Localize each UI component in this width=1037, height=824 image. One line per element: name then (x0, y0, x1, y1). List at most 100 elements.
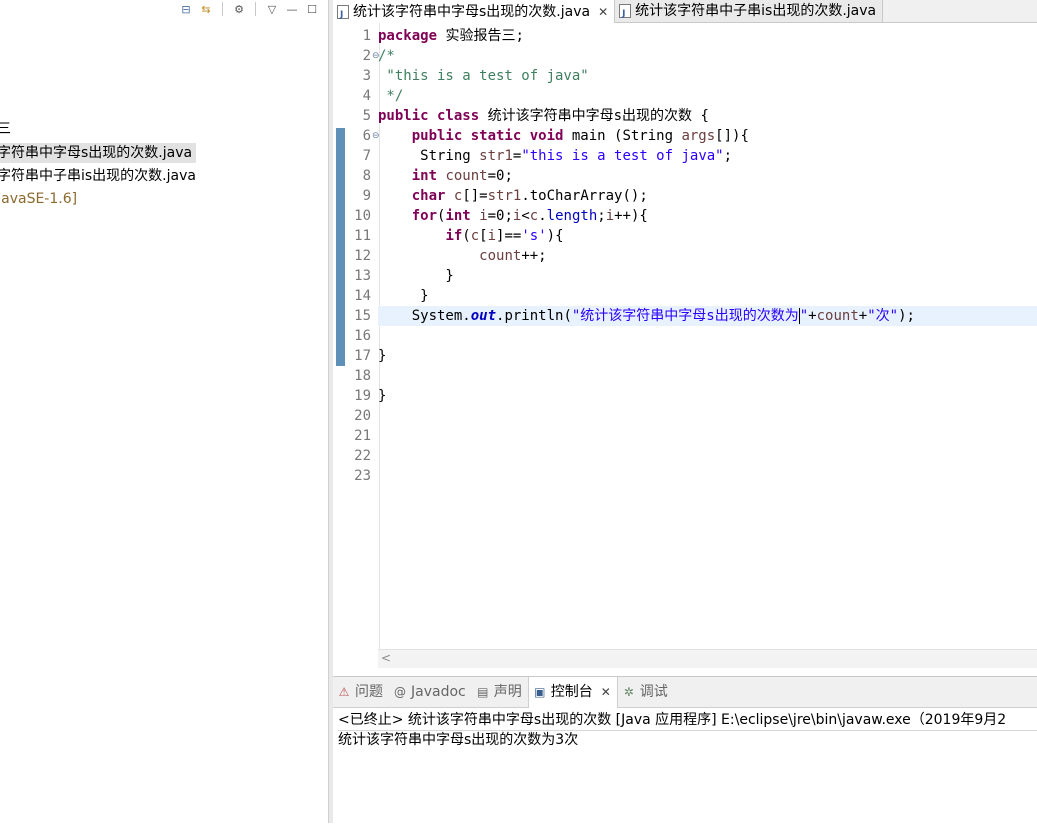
code-text: < (521, 208, 530, 224)
code-line-7: String str1="this is a test of java"; (378, 146, 1037, 166)
code-text: =0; (487, 208, 513, 224)
tab-count-substring-is[interactable]: 统计该字符串中子串is出现的次数.java (615, 0, 884, 25)
code-text: ]== (496, 228, 522, 244)
string-literal: "次" (867, 308, 899, 324)
code-line-1: package 实验报告三; (378, 26, 1037, 46)
variable: c (529, 208, 539, 224)
code-line-3: "this is a test of java" (378, 68, 589, 84)
field: length (546, 208, 598, 224)
code-text: [ (479, 228, 488, 244)
tab-declaration[interactable]: ▤ 声明 (472, 677, 528, 707)
close-icon[interactable]: ✕ (601, 677, 611, 707)
code-text: main (String (563, 128, 682, 144)
horizontal-scrollbar[interactable]: < (378, 649, 1037, 668)
code-text: =0; (487, 168, 513, 184)
keyword: int (445, 208, 471, 224)
console-panel: ⚠ 问题 @ Javadoc ▤ 声明 ▣ 控制台 ✕ ✲ 调试 <已终止> 统… (333, 676, 1037, 824)
line-number: 17 (354, 348, 371, 364)
problems-icon: ⚠ (338, 685, 350, 699)
code-line-17: } (378, 348, 387, 364)
scroll-left-icon[interactable]: < (381, 651, 391, 665)
tab-label: 调试 (639, 684, 668, 700)
variable: i (487, 228, 497, 244)
code-text: System. (378, 308, 471, 324)
variable: count (479, 248, 522, 264)
toolbar-separator (255, 2, 256, 16)
code-line-2: /* (378, 48, 395, 64)
line-number: 15 (354, 308, 371, 324)
code-line-10: for(int i=0;i<c.length;i++){ (378, 206, 1037, 226)
tab-label: 声明 (493, 684, 522, 700)
line-number: 7 (362, 148, 371, 164)
close-icon[interactable]: ✕ (598, 1, 608, 23)
code-text: + (808, 308, 817, 324)
filter-icon[interactable]: ⚙ (231, 1, 247, 17)
line-number: 9 (362, 188, 371, 204)
keyword: int (411, 168, 438, 184)
tab-label: 问题 (355, 684, 383, 700)
code-line-9: char c[]=str1.toCharArray(); (378, 186, 1037, 206)
code-area[interactable]: package 实验报告三; /* "this is a test of jav… (378, 26, 1037, 646)
code-line-4: */ (378, 88, 404, 104)
line-number: 2 (362, 48, 371, 64)
string-literal: "统计该字符串中字母s出现的次数为 (571, 308, 799, 324)
line-number: 12 (354, 248, 371, 264)
keyword: package (378, 28, 438, 44)
collapse-all-icon[interactable]: ⊟ (178, 1, 194, 17)
tree-item-file[interactable]: 字符串中子串is出现的次数.java (0, 166, 196, 186)
tab-count-letter-s[interactable]: 统计该字符串中字母s出现的次数.java ✕ (333, 0, 616, 26)
tab-problems[interactable]: ⚠ 问题 (333, 677, 389, 707)
variable: c (470, 228, 480, 244)
line-number: 6 (362, 128, 371, 144)
code-line-11: if(c[i]=='s'){ (378, 226, 1037, 246)
code-text: 实验报告三; (437, 28, 524, 44)
tree-item-file-selected[interactable]: 字符串中字母s出现的次数.java (0, 143, 197, 163)
line-number: 4 (362, 88, 371, 104)
view-menu-icon[interactable]: ▽ (264, 1, 280, 17)
keyword: if (445, 228, 463, 244)
line-number: 18 (354, 368, 371, 384)
tree-item-jre-library[interactable]: JavaSE-1.6] (0, 189, 77, 209)
tab-label: 控制台 (550, 684, 593, 700)
code-text: ){ (546, 228, 564, 244)
variable: str1 (479, 148, 513, 164)
minimize-icon[interactable]: — (284, 1, 300, 17)
editor-tab-bar: 统计该字符串中字母s出现的次数.java ✕ 统计该字符串中子串is出现的次数.… (333, 0, 1037, 26)
code-text: ); (898, 308, 915, 324)
line-number: 23 (354, 468, 371, 484)
console-output[interactable]: 统计该字符串中字母s出现的次数为3次 (338, 730, 578, 750)
line-number: 16 (354, 328, 371, 344)
tab-console[interactable]: ▣ 控制台 ✕ (527, 676, 618, 708)
tab-label: Javadoc (411, 684, 466, 700)
tab-debug[interactable]: ✲ 调试 (618, 677, 674, 707)
tree-item-package[interactable]: 三 (0, 119, 11, 139)
tab-label: 统计该字符串中字母s出现的次数.java (353, 3, 591, 20)
line-number: 20 (354, 408, 371, 424)
line-number: 1 (362, 28, 371, 44)
console-icon: ▣ (534, 685, 546, 699)
variable: i (605, 208, 615, 224)
string-literal: 's' (521, 228, 547, 244)
line-number: 5 (362, 108, 371, 124)
link-with-editor-icon[interactable]: ⇆ (198, 1, 214, 17)
java-file-icon (619, 3, 632, 25)
explorer-toolbar: ⊟ ⇆ ⚙ ▽ — ☐ (178, 0, 320, 18)
debug-icon: ✲ (623, 685, 634, 699)
maximize-icon[interactable]: ☐ (304, 1, 320, 17)
console-tab-bar: ⚠ 问题 @ Javadoc ▤ 声明 ▣ 控制台 ✕ ✲ 调试 (333, 676, 1037, 708)
tab-javadoc[interactable]: @ Javadoc (389, 677, 472, 707)
code-editor: 统计该字符串中字母s出现的次数.java ✕ 统计该字符串中子串is出现的次数.… (333, 0, 1037, 672)
code-line-14: } (378, 288, 429, 304)
line-number: 10 (354, 208, 371, 224)
variable: i (479, 208, 488, 224)
code-text: ( (462, 228, 471, 244)
line-number-gutter: 1 2 ⊖ 3 4 5 6 ⊖ 7 8 9 10 11 12 13 14 15 … (345, 26, 380, 646)
toolbar-separator (222, 2, 223, 16)
